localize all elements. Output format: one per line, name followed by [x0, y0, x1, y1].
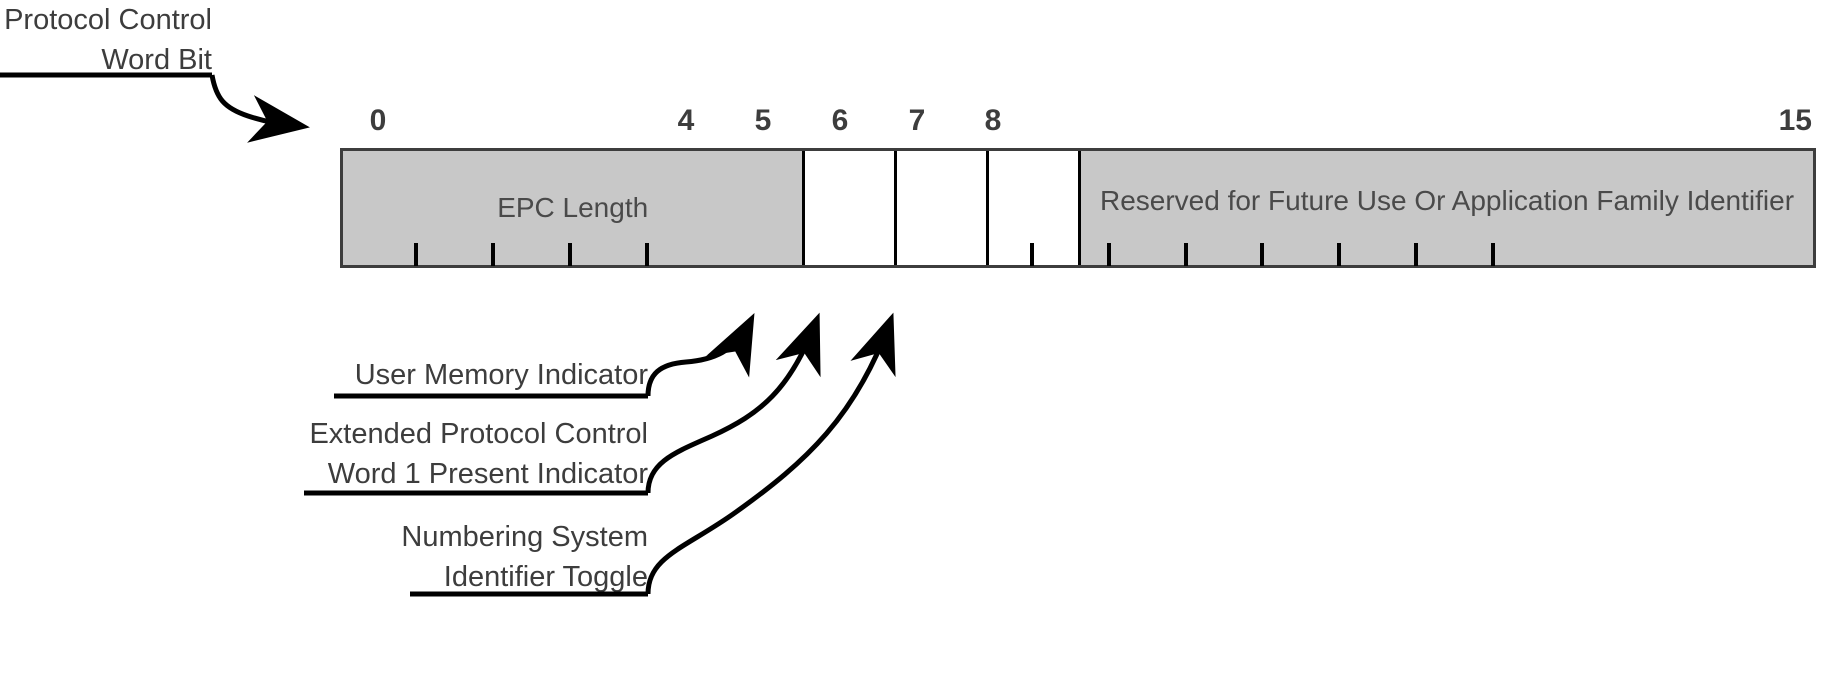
bit-number-7: 7: [908, 104, 926, 137]
bit-number-0: 0: [369, 104, 387, 137]
field-epc-length-label: EPC Length: [497, 192, 649, 223]
protocol-control-word-bit-leader: [0, 72, 310, 143]
callout-extended-pcw1-present-indicator: Extended Protocol Control Word 1 Present…: [309, 418, 648, 490]
field-reserved-or-afi: Reserved for Future Use Or Application F…: [1078, 151, 1813, 265]
field-user-memory-indicator: [802, 151, 895, 265]
callout-user-memory-indicator: User Memory Indicator: [354, 359, 648, 391]
bit-number-4: 4: [677, 104, 695, 137]
bit-number-6: 6: [831, 104, 849, 137]
callout-numbering-system-identifier-toggle: Numbering System Identifier Toggle: [401, 521, 648, 593]
field-epc-length: EPC Length: [343, 151, 803, 265]
bit-number-15: 15: [1778, 104, 1812, 137]
field-extended-pcw1-present-indicator: [894, 151, 987, 265]
bit-number-5: 5: [754, 104, 772, 137]
field-reserved-or-afi-label: Reserved for Future Use Or Application F…: [1099, 185, 1795, 217]
protocol-control-word-bar: EPC Length Reserved for Future Use Or Ap…: [340, 148, 1816, 268]
protocol-control-word-bit-label: Protocol Control Word Bit: [4, 4, 212, 76]
field-numbering-system-identifier-toggle: [986, 151, 1078, 265]
bit-number-8: 8: [984, 104, 1002, 137]
diagram-canvas: Protocol Control Word Bit 0 4 5 6 7 8 15…: [0, 0, 1821, 693]
